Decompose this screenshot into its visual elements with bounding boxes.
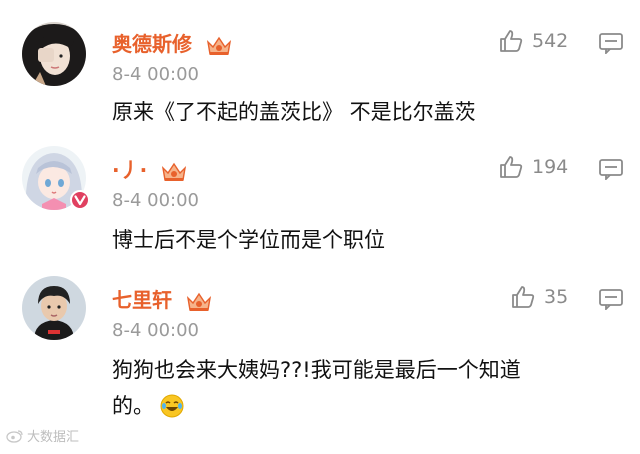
avatar[interactable] [22,276,86,340]
comment-text-line-2: 的。 [112,388,612,424]
username[interactable]: 七里轩 [112,284,213,314]
username-text: 奥德斯修 [112,32,192,56]
comment-text-line: 的。 [112,394,154,418]
thumbs-up-icon [500,156,523,178]
comment-text: 博士后不是个学位而是个职位 [112,228,385,252]
crown-icon [186,292,212,311]
username-text: 七里轩 [112,288,172,312]
crown-icon [206,36,232,55]
comment-icon[interactable] [598,288,624,310]
watermark: 大数据汇 [6,426,79,445]
comment-text-line: 狗狗也会来大姨妈??!我可能是最后一个知道 [112,358,521,382]
timestamp: 8-4 00:00 [112,320,199,341]
username-text: ·丿· [112,158,148,182]
like-count: 35 [544,286,569,308]
watermark-text: 大数据汇 [27,430,80,445]
thumbs-up-icon [512,286,535,308]
verified-badge-icon [70,190,90,210]
like-button[interactable]: 542 [498,28,568,54]
comment-icon[interactable] [598,158,624,180]
username[interactable]: ·丿· [112,154,188,184]
timestamp: 8-4 00:00 [112,64,199,85]
avatar[interactable] [22,22,86,86]
timestamp: 8-4 00:00 [112,190,199,211]
username[interactable]: 奥德斯修 [112,28,233,58]
like-button[interactable]: 35 [510,284,568,310]
thumbs-up-icon [500,30,523,52]
comment-icon[interactable] [598,32,624,54]
crown-icon [162,162,187,181]
weibo-logo-icon [6,429,23,443]
like-button[interactable]: 194 [498,154,568,180]
laughing-crying-emoji-icon [160,394,184,418]
like-count: 542 [532,30,569,52]
comment-text: 狗狗也会来大姨妈??!我可能是最后一个知道 的。 [112,352,612,424]
like-count: 194 [532,156,569,178]
comment-text: 原来《了不起的盖茨比》 不是比尔盖茨 [112,100,476,124]
